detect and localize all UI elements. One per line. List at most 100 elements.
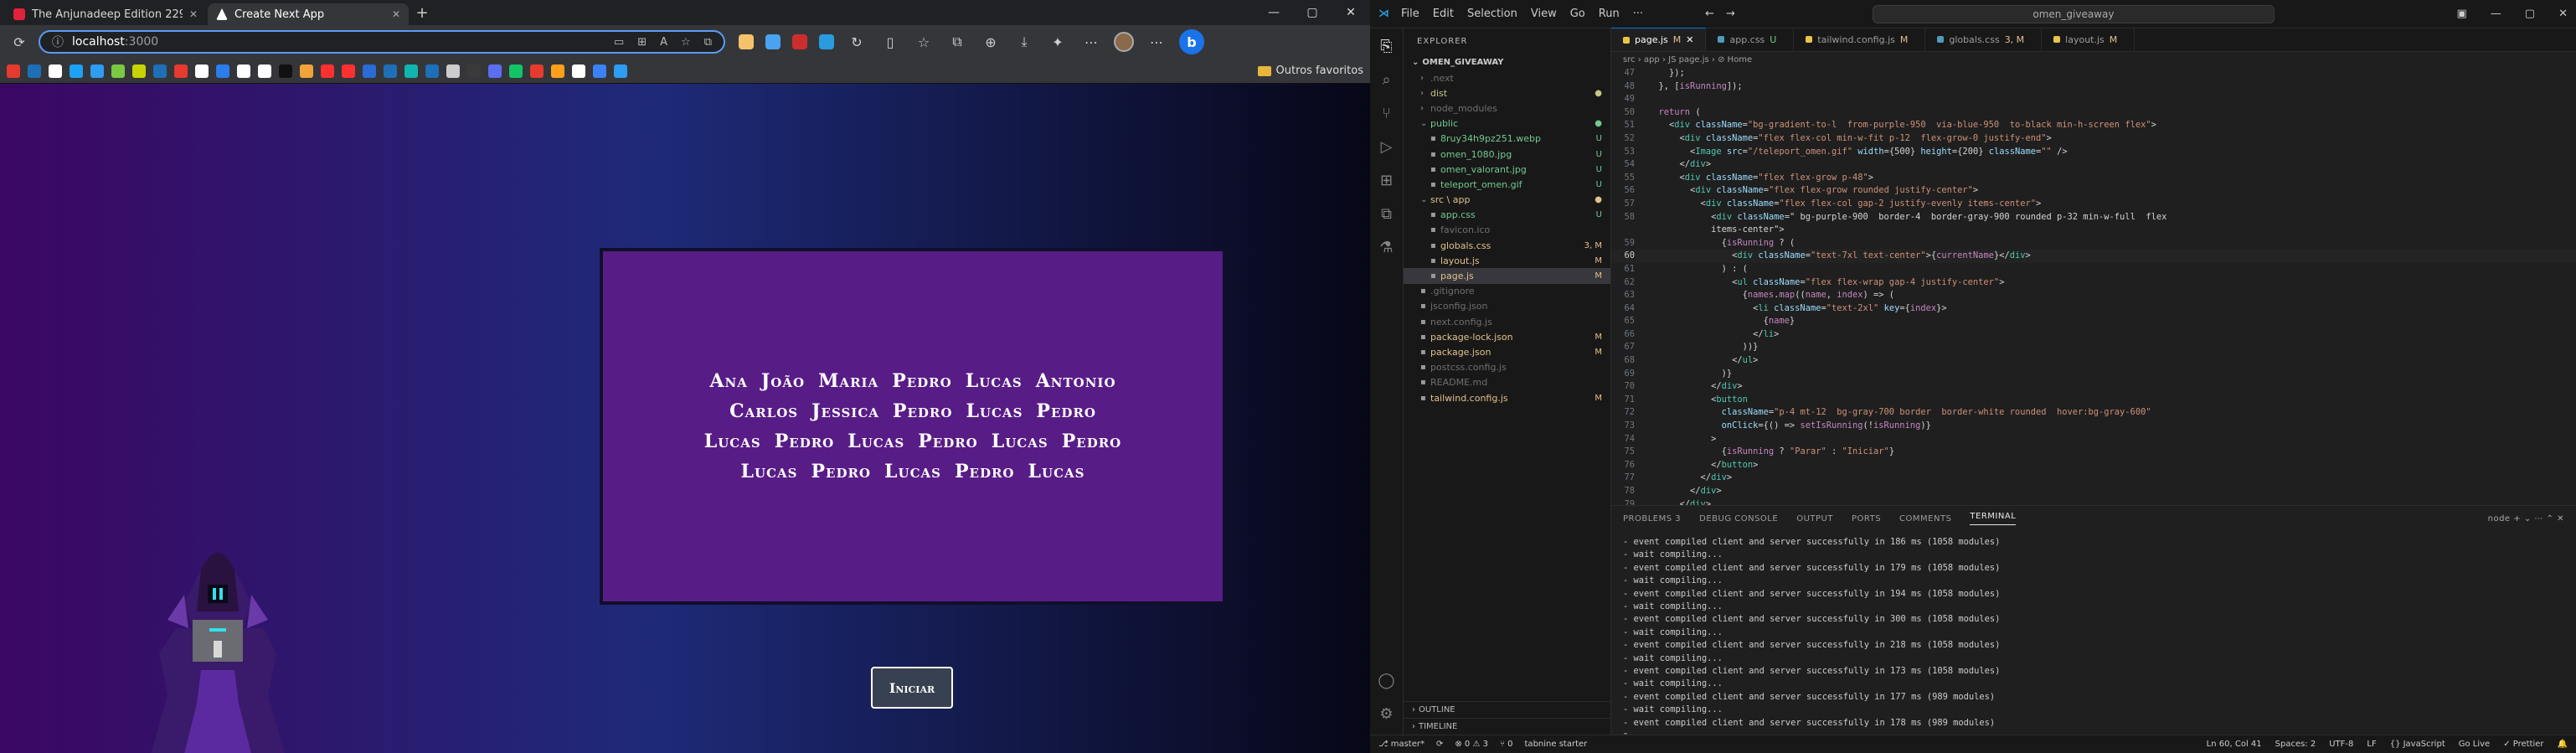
close-window-button[interactable]: ✕ bbox=[2558, 8, 2568, 20]
code-line[interactable]: 63 {names.map((name, index) => ( bbox=[1611, 289, 2576, 302]
terminal-actions[interactable]: node + ⌄ ⋯ ⌃ ✕ bbox=[2488, 514, 2564, 523]
file-tree-item[interactable]: ▪ postcss.config.js bbox=[1404, 360, 1610, 375]
status-item[interactable]: Ln 60, Col 41 bbox=[2207, 740, 2262, 749]
editor-tab-globals-css[interactable]: globals.css 3, M bbox=[1925, 28, 2043, 51]
bookmark-icon[interactable] bbox=[509, 64, 523, 78]
code-line[interactable]: 71 <button bbox=[1611, 394, 2576, 407]
code-line[interactable]: 55 <div className="flex flex-grow p-48"> bbox=[1611, 172, 2576, 185]
extensions-icon[interactable]: ⊞ bbox=[1378, 171, 1396, 189]
file-tree-item[interactable]: ▪ omen_valorant.jpg U bbox=[1404, 162, 1610, 177]
maximize-button[interactable]: ▢ bbox=[1293, 6, 1332, 19]
panel-tab-problems[interactable]: PROBLEMS 3 bbox=[1623, 514, 1681, 523]
code-line[interactable]: 79 </div> bbox=[1611, 498, 2576, 505]
code-line[interactable]: 65 {name} bbox=[1611, 315, 2576, 328]
status-item[interactable]: ⑂ 0 bbox=[1500, 740, 1513, 749]
file-tree-item[interactable]: ▪ 8ruy34h9pz251.webp U bbox=[1404, 132, 1610, 147]
bookmark-icon[interactable] bbox=[363, 64, 376, 78]
code-line[interactable]: 50 return ( bbox=[1611, 106, 2576, 120]
bookmark-icon[interactable] bbox=[446, 64, 460, 78]
code-line[interactable]: 60 <div className="text-7xl text-center"… bbox=[1611, 250, 2576, 263]
bookmark-icon[interactable] bbox=[593, 64, 606, 78]
bookmark-icon[interactable] bbox=[258, 64, 271, 78]
file-tree-item[interactable]: ▪ teleport_omen.gif U bbox=[1404, 177, 1610, 192]
file-tree-item[interactable]: ▪ jsconfig.json bbox=[1404, 299, 1610, 314]
bookmark-icon[interactable] bbox=[321, 64, 334, 78]
refresh-ext-icon[interactable]: ↻ bbox=[846, 31, 868, 53]
file-tree-item[interactable]: ▪ README.md bbox=[1404, 375, 1610, 390]
code-line[interactable]: 61 ) : ( bbox=[1611, 263, 2576, 276]
file-tree-item[interactable]: ▪ app.css U bbox=[1404, 208, 1610, 223]
testing-icon[interactable]: ⚗ bbox=[1378, 238, 1396, 256]
code-line[interactable]: 75 {isRunning ? "Parar" : "Iniciar"} bbox=[1611, 446, 2576, 459]
bookmark-icon[interactable] bbox=[488, 64, 502, 78]
terminal-output[interactable]: - event compiled client and server succe… bbox=[1611, 531, 2576, 735]
layout-icon[interactable]: ▣ bbox=[2457, 8, 2467, 20]
code-line[interactable]: 70 </div> bbox=[1611, 380, 2576, 394]
file-tree-item[interactable]: ▪ tailwind.config.js M bbox=[1404, 390, 1610, 405]
code-line[interactable]: 48 }, [isRunning]); bbox=[1611, 80, 2576, 94]
source-control-icon[interactable]: ⑂ bbox=[1378, 104, 1396, 122]
menu-go[interactable]: Go bbox=[1570, 8, 1585, 20]
favorites-icon[interactable]: ☆ bbox=[913, 31, 935, 53]
profile-avatar[interactable] bbox=[1114, 32, 1134, 52]
panel-tab-comments[interactable]: COMMENTS bbox=[1899, 514, 1951, 523]
file-tree-item[interactable]: ⌄ public ● bbox=[1404, 116, 1610, 132]
browser-tab-next-app[interactable]: Create Next App ✕ bbox=[208, 3, 409, 25]
code-line[interactable]: 77 </div> bbox=[1611, 472, 2576, 485]
editor-tab-tailwind-config-js[interactable]: tailwind.config.js M bbox=[1794, 28, 1926, 51]
account-icon[interactable]: ◯ bbox=[1378, 671, 1396, 689]
code-line[interactable]: 58 <div className=" bg-purple-900 border… bbox=[1611, 211, 2576, 224]
search-icon[interactable]: ⌕ bbox=[1378, 70, 1396, 89]
read-aloud-icon[interactable]: A bbox=[660, 36, 667, 49]
file-tree-item[interactable]: › .next bbox=[1404, 70, 1610, 85]
editor-tab-app-css[interactable]: app.css U bbox=[1706, 28, 1795, 51]
code-line[interactable]: 53 <Image src="/teleport_omen.gif" width… bbox=[1611, 146, 2576, 159]
file-tree-item[interactable]: ▪ next.config.js bbox=[1404, 314, 1610, 329]
file-tree-item[interactable]: ▪ package-lock.json M bbox=[1404, 329, 1610, 344]
extension-icon[interactable] bbox=[739, 34, 754, 49]
favorites-star-icon[interactable]: ☆ bbox=[681, 36, 691, 49]
file-tree-item[interactable]: › node_modules bbox=[1404, 101, 1610, 116]
menu-edit[interactable]: Edit bbox=[1433, 8, 1454, 20]
downloads-icon[interactable]: ⤓ bbox=[1013, 31, 1035, 53]
panel-tab-ports[interactable]: PORTS bbox=[1852, 514, 1881, 523]
menu-more[interactable]: ··· bbox=[1633, 8, 1643, 20]
bookmark-icon[interactable] bbox=[111, 64, 125, 78]
code-line[interactable]: 57 <div className="flex flex-col gap-2 j… bbox=[1611, 198, 2576, 211]
panel-tab-output[interactable]: OUTPUT bbox=[1796, 514, 1833, 523]
code-line[interactable]: 59 {isRunning ? ( bbox=[1611, 237, 2576, 250]
bookmark-icon[interactable] bbox=[195, 64, 209, 78]
extension-icon[interactable] bbox=[819, 34, 834, 49]
settings-menu-icon[interactable]: ⋯ bbox=[1080, 31, 1102, 53]
bookmark-icon[interactable] bbox=[28, 64, 41, 78]
code-editor[interactable]: 47 }); 48 }, [isRunning]); 49 50 return (51… bbox=[1611, 67, 2576, 505]
code-line[interactable]: 51 <div className="bg-gradient-to-l from… bbox=[1611, 119, 2576, 132]
bookmark-icon[interactable] bbox=[132, 64, 146, 78]
breadcrumb[interactable]: src › app › JS page.js › ⊘ Home bbox=[1611, 52, 2576, 67]
explorer-icon[interactable]: ⎘ bbox=[1378, 37, 1396, 55]
bookmark-icon[interactable] bbox=[216, 64, 229, 78]
code-line[interactable]: 69 )} bbox=[1611, 368, 2576, 381]
file-tree-item[interactable]: ▪ package.json M bbox=[1404, 344, 1610, 359]
code-line[interactable]: 73 onClick={() => setIsRunning(!isRunnin… bbox=[1611, 420, 2576, 433]
bookmark-icon[interactable] bbox=[551, 64, 564, 78]
extension-icon[interactable] bbox=[792, 34, 807, 49]
file-tree-item[interactable]: ▪ page.js M bbox=[1404, 268, 1610, 284]
bookmark-icon[interactable] bbox=[425, 64, 439, 78]
manage-gear-icon[interactable]: ⚙ bbox=[1378, 704, 1396, 723]
editor-tab-page-js[interactable]: page.js M ✕ bbox=[1611, 28, 1707, 51]
bing-copilot-icon[interactable]: b bbox=[1179, 29, 1204, 54]
code-line[interactable]: items-center"> bbox=[1611, 224, 2576, 237]
code-line[interactable]: 47 }); bbox=[1611, 67, 2576, 80]
bookmark-icon[interactable] bbox=[384, 64, 397, 78]
other-favorites-folder[interactable]: Outros favoritos bbox=[1257, 64, 1363, 77]
minimize-button[interactable]: — bbox=[2491, 8, 2501, 20]
file-tree-item[interactable]: ▪ .gitignore bbox=[1404, 284, 1610, 299]
file-tree-item[interactable]: ⌄ src \ app ● bbox=[1404, 193, 1610, 208]
menu-selection[interactable]: Selection bbox=[1467, 8, 1517, 20]
reload-icon[interactable]: ⟳ bbox=[8, 31, 30, 53]
code-line[interactable]: 72 className="p-4 mt-12 bg-gray-700 bord… bbox=[1611, 406, 2576, 420]
bookmark-icon[interactable] bbox=[614, 64, 627, 78]
code-line[interactable]: 74 > bbox=[1611, 433, 2576, 446]
nav-back-icon[interactable]: ← bbox=[1705, 8, 1714, 20]
